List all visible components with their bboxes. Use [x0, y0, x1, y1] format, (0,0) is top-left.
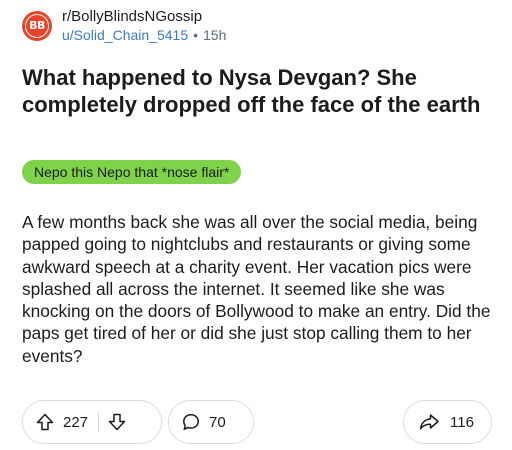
- post-body: A few months back she was all over the s…: [22, 212, 491, 366]
- vote-count: 227: [63, 413, 89, 431]
- post-header: BB r/BollyBlindsNGossip u/Solid_Chain_54…: [22, 6, 226, 46]
- action-bar: 227 70 116: [22, 400, 492, 444]
- comment-button[interactable]: 70: [168, 400, 254, 444]
- post-title: What happened to Nysa Devgan? She comple…: [22, 65, 481, 117]
- arrow-up-icon[interactable]: [35, 412, 55, 432]
- avatar-mark: BB: [29, 19, 45, 32]
- meta-separator: •: [193, 27, 199, 43]
- arrow-down-icon[interactable]: [107, 412, 127, 432]
- vote-pill: 227: [22, 400, 162, 444]
- share-arrow-icon: [418, 412, 440, 432]
- meta-row: u/Solid_Chain_5415 • 15h: [62, 26, 226, 45]
- post-meta: r/BollyBlindsNGossip u/Solid_Chain_5415 •…: [62, 7, 226, 45]
- author-username[interactable]: u/Solid_Chain_5415: [62, 27, 188, 43]
- comment-bubble-icon: [181, 412, 201, 432]
- post-flair[interactable]: Nepo this Nepo that *nose flair*: [22, 160, 242, 184]
- post-age: 15h: [203, 27, 227, 43]
- share-count: 116: [450, 413, 474, 431]
- vote-divider: [98, 412, 100, 432]
- subreddit-avatar[interactable]: BB: [22, 11, 52, 41]
- subreddit-name[interactable]: r/BollyBlindsNGossip: [62, 7, 226, 26]
- share-button[interactable]: 116: [403, 400, 492, 444]
- comment-count: 70: [209, 413, 226, 431]
